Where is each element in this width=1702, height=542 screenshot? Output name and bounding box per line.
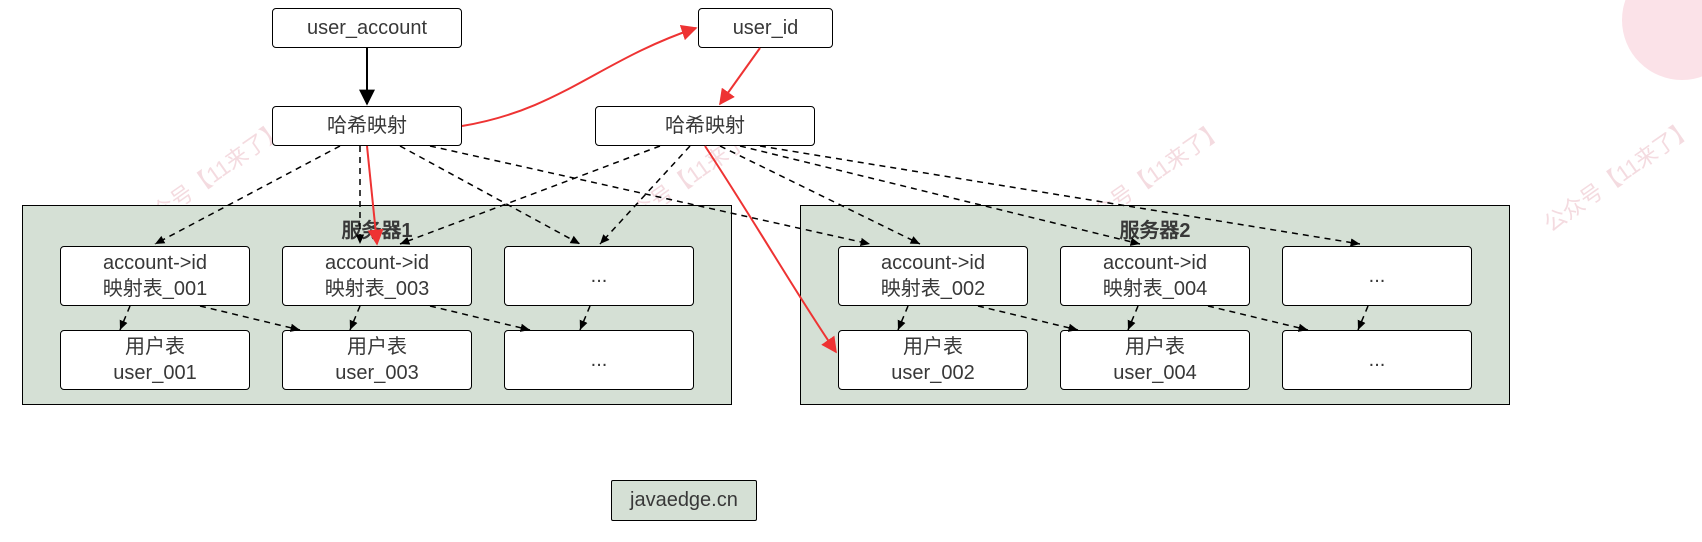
node-hash-left: 哈希映射 [272,106,462,146]
server1-row1-2: ... [504,246,694,306]
node-user-account: user_account [272,8,462,48]
server2-row1-1: account->id 映射表_004 [1060,246,1250,306]
server2-row2-2: ... [1282,330,1472,390]
bg-pink-blob [1622,0,1702,80]
server1-row2-0: 用户表 user_001 [60,330,250,390]
watermark: 公众号【11来了】 [1536,114,1695,239]
server1-row2-2: ... [504,330,694,390]
node-user-id: user_id [698,8,833,48]
server2-row2-0: 用户表 user_002 [838,330,1028,390]
server2-row1-0: account->id 映射表_002 [838,246,1028,306]
server-2-title: 服务器2 [801,214,1509,243]
footer-link: javaedge.cn [611,480,757,521]
server2-row1-2: ... [1282,246,1472,306]
server1-row2-1: 用户表 user_003 [282,330,472,390]
server-1-title: 服务器1 [23,214,731,243]
server1-row1-1: account->id 映射表_003 [282,246,472,306]
server2-row2-1: 用户表 user_004 [1060,330,1250,390]
node-hash-right: 哈希映射 [595,106,815,146]
server1-row1-0: account->id 映射表_001 [60,246,250,306]
